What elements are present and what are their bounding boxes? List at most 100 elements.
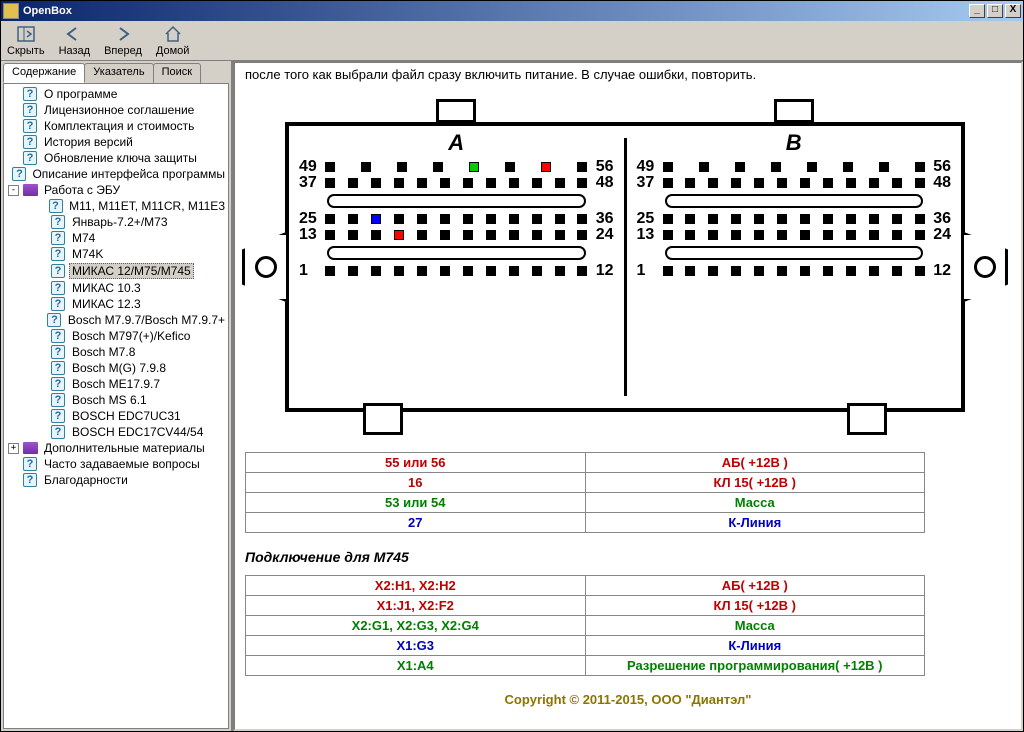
tree-item[interactable]: ?M11, M11ET, M11CR, M11E3 (4, 198, 228, 214)
tree-item-label: Описание интерфейса программы (29, 167, 228, 181)
tree-item-label: M11, M11ET, M11CR, M11E3 (66, 199, 228, 213)
tree-item[interactable]: ?Bosch M(G) 7.9.8 (4, 360, 228, 376)
table-cell: АБ( +12В ) (585, 453, 925, 473)
hide-button[interactable]: Скрыть (7, 24, 45, 57)
tree-item[interactable]: ?Январь-7.2+/M73 (4, 214, 228, 230)
help-topic-icon: ? (50, 247, 66, 261)
connector-a: A 4956374825361324112 (289, 126, 624, 408)
tree-item-label: Январь-7.2+/M73 (69, 215, 171, 229)
tree-item-label: Bosch M7.8 (69, 345, 138, 359)
tree-item[interactable]: ?Bosch ME17.9.7 (4, 376, 228, 392)
tree-item-label: M74 (69, 231, 98, 245)
pin-table-2: X2:H1, X2:H2АБ( +12В )X1:J1, X2:F2КЛ 15(… (245, 575, 925, 676)
connector-diagram: A 4956374825361324112 B 4956374825361324… (285, 122, 965, 412)
help-topic-icon: ? (50, 345, 66, 359)
tree-item[interactable]: ?M74 (4, 230, 228, 246)
help-topic-icon: ? (50, 329, 66, 343)
tree-item[interactable]: ?Часто задаваемые вопросы (4, 456, 228, 472)
tree-item[interactable]: +Дополнительные материалы (4, 440, 228, 456)
toolbar: Скрыть Назад Вперед Домой (1, 21, 1023, 61)
tree-toggle-icon[interactable]: - (8, 185, 19, 196)
help-topic-icon: ? (22, 103, 38, 117)
tree-item[interactable]: ?МИКАС 12.3 (4, 296, 228, 312)
tree-item-label: Работа с ЭБУ (41, 183, 123, 197)
table-cell: Масса (585, 493, 925, 513)
table-cell: 55 или 56 (246, 453, 586, 473)
forward-icon (112, 24, 134, 44)
table-cell: К-Линия (585, 513, 925, 533)
help-topic-icon: ? (22, 87, 38, 101)
table-cell: КЛ 15( +12В ) (585, 473, 925, 493)
maximize-button[interactable]: □ (987, 4, 1003, 18)
tree-item[interactable]: - Работа с ЭБУ (4, 182, 228, 198)
tree-item[interactable]: ?Bosch M7.8 (4, 344, 228, 360)
table-cell: Масса (585, 616, 925, 636)
forward-button[interactable]: Вперед (104, 24, 142, 57)
close-button[interactable]: X (1005, 4, 1021, 18)
back-button[interactable]: Назад (59, 24, 91, 57)
table-cell: Разрешение программирования( +12В ) (585, 656, 925, 676)
tree-item[interactable]: ?О программе (4, 86, 228, 102)
help-topic-icon: ? (22, 119, 38, 133)
tree-item-label: Bosch M7.9.7/Bosch M7.9.7+ (65, 313, 228, 327)
tree-item[interactable]: ?Bosch MS 6.1 (4, 392, 228, 408)
help-topic-icon: ? (50, 409, 66, 423)
help-topic-icon: ? (22, 135, 38, 149)
help-topic-icon: ? (50, 393, 66, 407)
tree-toggle-icon[interactable]: + (8, 443, 19, 454)
table-cell: К-Линия (585, 636, 925, 656)
connector-b: B 4956374825361324112 (627, 126, 962, 408)
help-topic-icon: ? (12, 167, 26, 181)
tree-item[interactable]: ?Лицензионное соглашение (4, 102, 228, 118)
back-icon (63, 24, 85, 44)
tab-search[interactable]: Поиск (153, 63, 201, 83)
table-cell: 16 (246, 473, 586, 493)
help-topic-icon: ? (50, 215, 66, 229)
help-topic-icon: ? (50, 425, 66, 439)
tree-item[interactable]: ?Bosch M797(+)/Kefico (4, 328, 228, 344)
titlebar[interactable]: OpenBox _ □ X (1, 1, 1023, 21)
book-icon (22, 441, 38, 455)
table-cell: X1:J1, X2:F2 (246, 596, 586, 616)
connector-ear-left (242, 232, 286, 302)
tree-item-label: Лицензионное соглашение (41, 103, 197, 117)
table-cell: X1:G3 (246, 636, 586, 656)
tree-item-label: Bosch M(G) 7.9.8 (69, 361, 169, 375)
tree-item-label: Bosch MS 6.1 (69, 393, 150, 407)
help-topic-icon: ? (22, 151, 38, 165)
table-cell: X2:H1, X2:H2 (246, 576, 586, 596)
tree-item[interactable]: ?BOSCH EDC7UC31 (4, 408, 228, 424)
content-pane[interactable]: после того как выбрали файл сразу включи… (233, 61, 1023, 731)
minimize-button[interactable]: _ (969, 4, 985, 18)
tree-item[interactable]: ?МИКАС 12/M75/M745 (4, 262, 228, 280)
help-topic-icon: ? (22, 457, 38, 471)
hide-icon (15, 24, 37, 44)
tree-item[interactable]: ?Описание интерфейса программы (4, 166, 228, 182)
tree-item[interactable]: ?Комплектация и стоимость (4, 118, 228, 134)
window-title: OpenBox (23, 5, 72, 17)
table-cell: X2:G1, X2:G3, X2:G4 (246, 616, 586, 636)
tree-item[interactable]: ?Bosch M7.9.7/Bosch M7.9.7+ (4, 312, 228, 328)
tree-item-label: Комплектация и стоимость (41, 119, 197, 133)
tree-item-label: BOSCH EDC7UC31 (69, 409, 184, 423)
topic-tree[interactable]: ?О программе?Лицензионное соглашение?Ком… (3, 83, 229, 729)
help-topic-icon: ? (50, 281, 66, 295)
app-icon (3, 3, 19, 19)
help-topic-icon: ? (47, 313, 62, 327)
tree-item[interactable]: ?BOSCH EDC17CV44/54 (4, 424, 228, 440)
table-cell: 53 или 54 (246, 493, 586, 513)
home-button[interactable]: Домой (156, 24, 190, 57)
tab-index[interactable]: Указатель (84, 63, 153, 83)
tree-item[interactable]: ?История версий (4, 134, 228, 150)
tree-item[interactable]: ?Благодарности (4, 472, 228, 488)
tab-contents[interactable]: Содержание (3, 63, 85, 83)
tree-item-label: МИКАС 10.3 (69, 281, 144, 295)
table-cell: АБ( +12В ) (585, 576, 925, 596)
help-topic-icon: ? (50, 264, 66, 278)
sidebar-tabs: Содержание Указатель Поиск (1, 61, 231, 83)
tree-item[interactable]: ?МИКАС 10.3 (4, 280, 228, 296)
tree-item[interactable]: ?Обновление ключа защиты (4, 150, 228, 166)
tree-item-label: M74K (69, 247, 106, 261)
tree-item[interactable]: ?M74K (4, 246, 228, 262)
book-icon (22, 183, 38, 197)
